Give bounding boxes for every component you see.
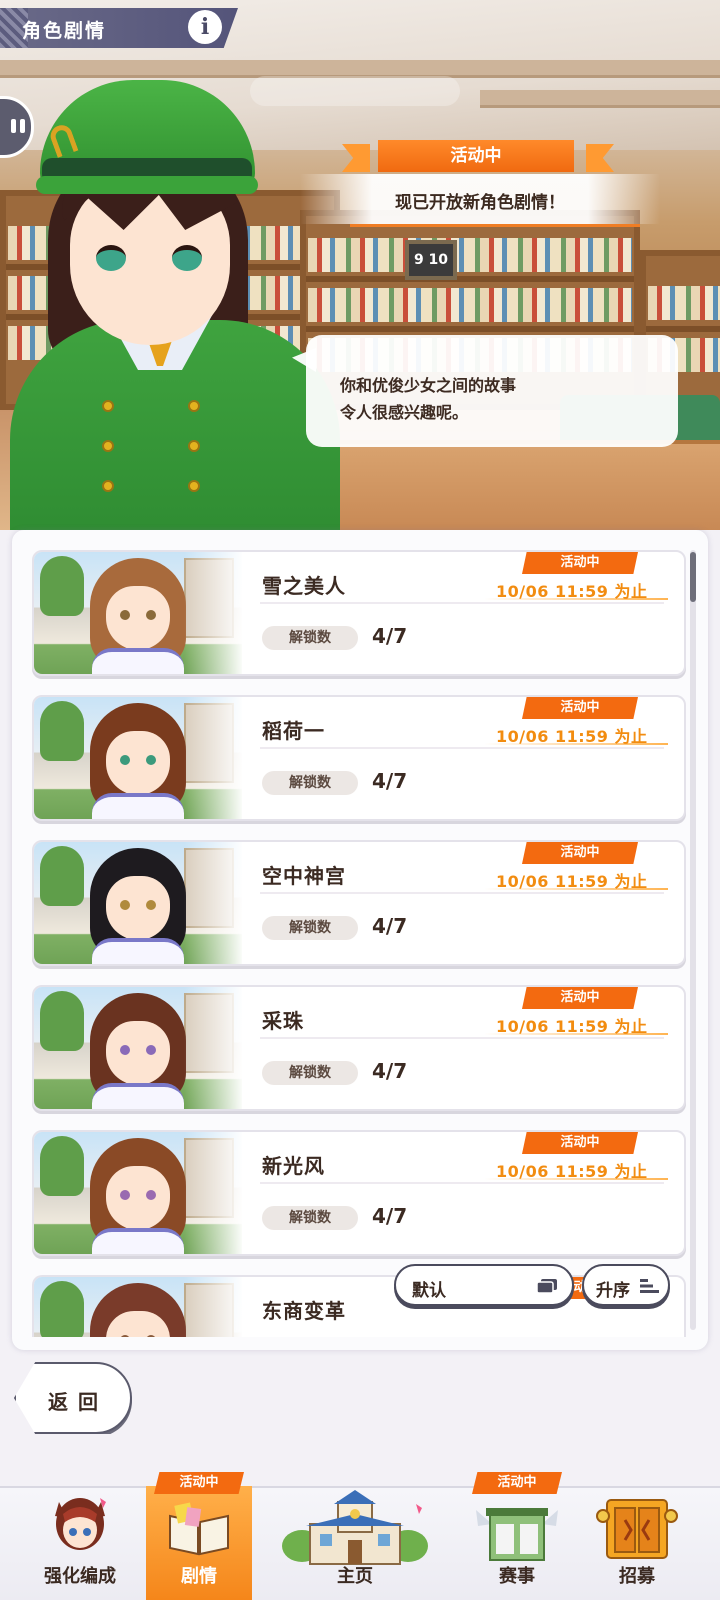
unlock-label: 解锁数	[262, 1061, 358, 1085]
event-tag: 活动中	[522, 987, 638, 1009]
status-pill	[250, 76, 460, 106]
dialogue-text: 你和优俊少女之间的故事 令人很感兴趣呢。	[340, 372, 516, 426]
event-tag: 活动中	[522, 842, 638, 864]
character-portrait	[34, 987, 244, 1109]
event-message: 现已开放新角色剧情！	[395, 193, 565, 213]
order-label: 升序	[596, 1281, 630, 1301]
nav-event-tag: 活动中	[472, 1472, 562, 1494]
story-card[interactable]: 活动中新光风 10/06 11:59 为止解锁数 4/7	[32, 1130, 686, 1256]
unlock-label: 解锁数	[262, 626, 358, 650]
character-name: 雪之美人	[262, 574, 346, 598]
back-label: 返回	[48, 1390, 108, 1414]
character-name: 空中神宫	[262, 864, 346, 888]
story-card[interactable]: 活动中空中神宫 10/06 11:59 为止解锁数 4/7	[32, 840, 686, 966]
unlock-count: 4/7	[372, 624, 408, 648]
table	[320, 440, 720, 530]
unlock-count: 4/7	[372, 1204, 408, 1228]
info-button[interactable]: i	[188, 10, 222, 44]
character-portrait	[34, 842, 244, 964]
dialogue-line: 令人很感兴趣呢。	[340, 403, 469, 422]
race-gate-icon	[476, 1508, 558, 1561]
nav-label: 剧情	[181, 1566, 217, 1587]
deadline-text: 10/06 11:59 为止	[496, 872, 648, 891]
nav-item-story[interactable]: 活动中 剧情	[146, 1472, 252, 1600]
scrollbar-track[interactable]	[690, 550, 696, 1330]
book-icon	[169, 1502, 229, 1556]
deadline-text: 10/06 11:59 为止	[496, 582, 648, 601]
nav-item-enhance[interactable]: 强化编成	[20, 1486, 140, 1600]
event-underline	[350, 224, 640, 227]
dialogue-line: 你和优俊少女之间的故事	[340, 376, 517, 395]
ceiling-beam	[480, 90, 720, 108]
unlock-count: 4/7	[372, 914, 408, 938]
nav-event-tag: 活动中	[154, 1472, 244, 1494]
nav-item-recruit[interactable]: 招募	[578, 1486, 696, 1600]
school-building-icon	[282, 1490, 428, 1565]
unlock-count: 4/7	[372, 1059, 408, 1083]
event-badge: 活动中	[378, 140, 574, 172]
divider	[260, 892, 664, 894]
story-card[interactable]: 活动中稻荷一 10/06 11:59 为止解锁数 4/7	[32, 695, 686, 821]
character-illustration	[0, 70, 340, 530]
character-name: 稻荷一	[262, 719, 325, 743]
cards-icon	[536, 1279, 557, 1294]
character-name: 东商变革	[262, 1299, 346, 1323]
divider	[260, 602, 664, 604]
sort-button[interactable]: 默认	[394, 1264, 574, 1306]
unlock-count: 4/7	[372, 769, 408, 793]
nav-item-race[interactable]: 活动中 赛事	[462, 1472, 572, 1600]
deadline-text: 10/06 11:59 为止	[496, 1017, 648, 1036]
nav-item-home[interactable]: 主页	[262, 1486, 448, 1600]
scrollbar-thumb[interactable]	[690, 552, 696, 602]
character-avatar-icon	[55, 1498, 106, 1550]
divider	[260, 747, 664, 749]
unlock-label: 解锁数	[262, 1206, 358, 1230]
unlock-label: 解锁数	[262, 916, 358, 940]
divider	[260, 1037, 664, 1039]
character-portrait	[34, 552, 244, 674]
nav-label: 赛事	[499, 1566, 535, 1587]
character-name: 采珠	[262, 1009, 304, 1033]
deadline-text: 10/06 11:59 为止	[496, 727, 648, 746]
nav-label: 招募	[619, 1566, 655, 1587]
page-title: 角色剧情	[22, 20, 107, 42]
event-tag: 活动中	[522, 697, 638, 719]
nav-label: 强化编成	[44, 1566, 116, 1587]
character-portrait	[34, 1132, 244, 1254]
story-card[interactable]: 活动中采珠 10/06 11:59 为止解锁数 4/7	[32, 985, 686, 1111]
ascending-icon	[640, 1279, 659, 1293]
gacha-gate-icon	[596, 1499, 678, 1559]
event-tag: 活动中	[522, 552, 638, 574]
unlock-label: 解锁数	[262, 771, 358, 795]
order-button[interactable]: 升序	[582, 1264, 670, 1306]
story-card[interactable]: 活动中雪之美人 10/06 11:59 为止解锁数 4/7	[32, 550, 686, 676]
divider	[260, 1182, 664, 1184]
nav-label: 主页	[337, 1566, 373, 1587]
character-name: 新光风	[262, 1154, 325, 1178]
wall-clock: 9 10	[405, 240, 457, 280]
event-tag: 活动中	[522, 1132, 638, 1154]
sort-label: 默认	[412, 1281, 446, 1301]
character-portrait	[34, 697, 244, 819]
deadline-text: 10/06 11:59 为止	[496, 1162, 648, 1181]
character-portrait	[34, 1277, 244, 1337]
